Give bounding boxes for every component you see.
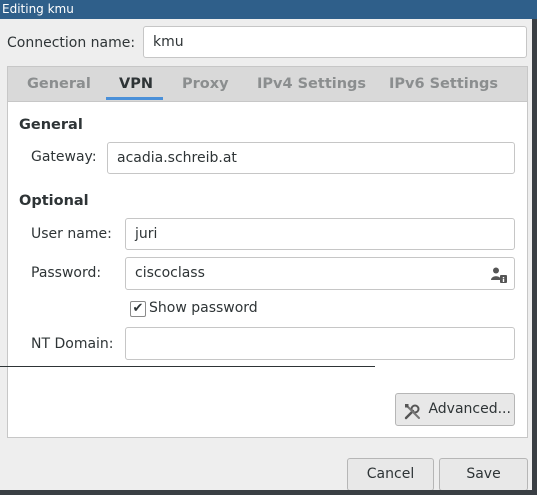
settings-notebook — [7, 66, 528, 438]
active-tab-indicator — [106, 97, 163, 100]
username-label: User name: — [31, 226, 112, 242]
show-password-checkbox[interactable]: ✔ — [130, 301, 146, 317]
password-input[interactable]: ciscoclass — [125, 257, 515, 290]
cancel-button[interactable]: Cancel — [347, 458, 434, 491]
general-heading: General — [19, 117, 83, 133]
optional-heading: Optional — [19, 193, 89, 209]
show-password-label[interactable]: Show password — [149, 300, 258, 316]
save-button[interactable]: Save — [439, 458, 528, 491]
separator-line — [0, 366, 375, 367]
gateway-label: Gateway: — [31, 149, 97, 165]
window-titlebar: Editing kmu — [0, 0, 537, 19]
nt-domain-input[interactable] — [125, 327, 515, 360]
advanced-button-label: Advanced... — [428, 401, 511, 417]
window-edge — [532, 19, 537, 495]
advanced-button[interactable]: Advanced... — [395, 393, 515, 426]
connection-name-value: kmu — [153, 34, 184, 50]
username-value: juri — [135, 226, 158, 242]
tab-ipv6-settings[interactable]: IPv6 Settings — [389, 66, 498, 102]
window-bottom-edge — [0, 490, 537, 495]
connection-name-label: Connection name: — [7, 35, 136, 51]
tab-general[interactable]: General — [27, 66, 91, 102]
window-title: Editing kmu — [2, 2, 74, 16]
password-value: ciscoclass — [135, 265, 205, 281]
tools-icon — [404, 401, 421, 420]
tab-ipv4-settings[interactable]: IPv4 Settings — [257, 66, 366, 102]
tab-proxy[interactable]: Proxy — [182, 66, 229, 102]
gateway-value: acadia.schreib.at — [117, 150, 237, 166]
nt-domain-label: NT Domain: — [31, 336, 114, 352]
gateway-input[interactable]: acadia.schreib.at — [107, 142, 515, 174]
username-input[interactable]: juri — [125, 218, 515, 250]
password-label: Password: — [31, 265, 102, 281]
connection-name-input[interactable]: kmu — [143, 26, 527, 58]
user-key-icon[interactable] — [490, 265, 508, 283]
